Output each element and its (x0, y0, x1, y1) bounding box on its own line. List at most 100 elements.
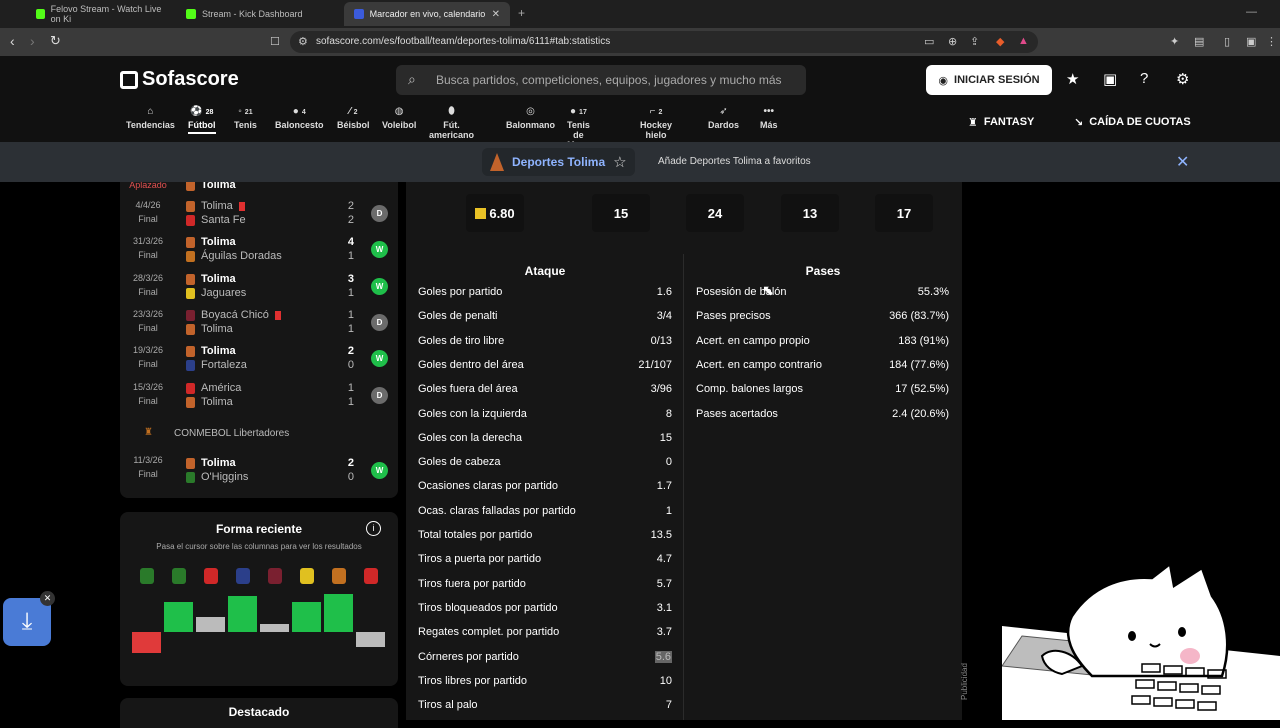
back-icon[interactable]: ‹ (10, 33, 15, 49)
match-row[interactable]: 28/3/26 Final Tolima Jaguares 3 1 W (120, 270, 398, 306)
sport-tab-darts[interactable]: ➶ Dardos (708, 106, 739, 130)
panel-icon[interactable]: ▯ (1224, 35, 1230, 48)
cast-icon[interactable]: ▭ (924, 35, 934, 48)
star-outline-icon[interactable]: ☆ (613, 153, 626, 171)
stat-row: Córneres por partido 5.6 (418, 650, 672, 665)
match-status: Final (138, 469, 158, 479)
form-bar[interactable] (196, 617, 225, 632)
zoom-icon[interactable]: ⊕ (948, 35, 957, 48)
sport-tab-volleyball[interactable]: ◍ Voleibol (382, 106, 416, 130)
sport-tab-more[interactable]: ••• Más (760, 106, 778, 130)
forward-icon[interactable]: › (30, 33, 35, 49)
stat-value: 366 (83.7%) (889, 310, 949, 323)
team-crest-icon (332, 568, 346, 584)
form-bar[interactable] (260, 624, 289, 632)
sofascore-logo[interactable]: Sofascore (120, 68, 239, 91)
stat-row: Tiros libres por partido 10 (418, 675, 672, 689)
odds-drop-link[interactable]: ↘ CAÍDA DE CUOTAS (1074, 116, 1191, 129)
match-home-team: Tolima (186, 200, 245, 212)
close-icon[interactable]: ✕ (40, 591, 55, 606)
stat-label: Regates complet. por partido (418, 626, 560, 639)
stat-value: 0 (665, 456, 672, 469)
info-icon[interactable]: i (366, 521, 381, 536)
url-text[interactable]: sofascore.com/es/football/team/deportes-… (316, 36, 610, 47)
sport-tab-handball[interactable]: ◎ Balonmano (506, 106, 555, 130)
help-icon[interactable]: ? (1140, 70, 1148, 87)
settings-icon[interactable]: ⚙ (1176, 70, 1189, 88)
stat-value: 17 (52.5%) (895, 383, 949, 396)
rewards-icon[interactable]: ▲ (1018, 35, 1029, 47)
match-row[interactable]: 31/3/26 Final Tolima Águilas Doradas 4 1… (120, 233, 398, 269)
recent-form-card: Forma reciente i Pasa el cursor sobre la… (120, 512, 398, 686)
browser-tab-active[interactable]: Marcador en vivo, calendario y r ✕ (344, 2, 510, 26)
menu-icon[interactable]: ⋮ (1266, 35, 1277, 48)
tv-icon[interactable]: ▣ (1103, 70, 1117, 88)
stat-label: Acert. en campo contrario (696, 358, 822, 371)
brave-shield-icon[interactable]: ◆ (996, 35, 1004, 48)
cat-overlay-image (1002, 561, 1280, 720)
star-icon[interactable]: ★ (1066, 70, 1079, 88)
sport-tab-baseball[interactable]: ⁄ 2 Béisbol (337, 106, 370, 130)
form-bar[interactable] (356, 632, 385, 647)
stat-value: 183 (91%) (898, 334, 949, 347)
favorite-team-chip[interactable]: Deportes Tolima ☆ (482, 148, 635, 176)
football-icon: ⚽ 28 (190, 106, 214, 117)
sport-tab-american-football[interactable]: ⬮ Fút. americano (429, 106, 474, 140)
wallet-icon[interactable]: ▣ (1246, 35, 1256, 48)
form-subtitle: Pasa el cursor sobre las columnas para v… (156, 542, 362, 551)
search-input[interactable]: ⌕ Busca partidos, competiciones, equipos… (396, 65, 806, 95)
match-status: Final (138, 250, 158, 260)
form-bar[interactable] (228, 596, 257, 632)
stat-value: 8 (665, 407, 672, 420)
stat-label: Comp. balones largos (696, 383, 804, 396)
address-bar-row: ‹ › ↻ ☐ ⚙ sofascore.com/es/football/team… (0, 28, 1280, 56)
match-away-score: 1 (347, 396, 354, 408)
reload-icon[interactable]: ↻ (50, 33, 61, 49)
summary-matches: 15 (592, 194, 650, 232)
sport-tab-basketball[interactable]: ● 4 Baloncesto (275, 106, 324, 130)
match-row[interactable]: 15/3/26 Final América Tolima 1 1 D (120, 379, 398, 415)
match-row[interactable]: 19/3/26 Final Tolima Fortaleza 2 0 W (120, 342, 398, 378)
new-tab-button[interactable]: + (518, 6, 525, 20)
match-row[interactable]: 11/3/26 Final Tolima O'Higgins 2 0 W (120, 452, 398, 488)
minimize-icon[interactable]: — (1246, 6, 1257, 18)
form-bar[interactable] (324, 594, 353, 632)
browser-tab[interactable]: Stream - Kick Dashboard (176, 2, 336, 26)
stat-label: Tiros a puerta por partido (418, 553, 542, 566)
stat-label: Córneres por partido (418, 650, 519, 663)
form-bar[interactable] (132, 632, 161, 653)
matches-list: Aplazado Tolima 4/4/26 Final Tolima Sant… (120, 182, 398, 498)
login-button[interactable]: ◉ INICIAR SESIÓN (926, 65, 1052, 95)
site-info-icon[interactable]: ⚙ (298, 35, 308, 48)
browser-tab[interactable]: Felovo Stream - Watch Live on Ki (26, 2, 176, 26)
match-home-team: Tolima (186, 273, 236, 285)
sport-tab-football[interactable]: ⚽ 28 Fútbol (188, 106, 216, 134)
team-crest-icon (186, 236, 195, 248)
kick-icon (36, 9, 45, 19)
american-football-icon: ⬮ (448, 106, 455, 117)
match-row[interactable]: 4/4/26 Final Tolima Santa Fe 2 2 D (120, 197, 398, 233)
result-badge: D (371, 314, 388, 331)
fantasy-link[interactable]: ♜ FANTASY (968, 116, 1034, 129)
sport-tab-trending[interactable]: ⌂ Tendencias (126, 106, 175, 130)
stat-value: 21/107 (638, 358, 672, 371)
stat-label: Ocas. claras falladas por partido (418, 504, 576, 517)
close-tab-icon[interactable]: ✕ (492, 9, 500, 20)
league-header[interactable]: ♜ CONMEBOL Libertadores (120, 424, 398, 444)
share-icon[interactable]: ⇪ (970, 35, 979, 48)
form-bar[interactable] (164, 602, 193, 632)
match-row[interactable]: 23/3/26 Final Boyacá Chicó Tolima 1 1 D (120, 306, 398, 342)
sport-tab-tennis[interactable]: ◦ 21 Tenis (234, 106, 257, 130)
extensions-icon[interactable]: ✦ (1170, 35, 1179, 48)
table-tennis-icon: ● 17 (570, 106, 587, 117)
sport-tab-ice-hockey[interactable]: ⌐ 2 Hockey hielo (640, 106, 672, 140)
form-bar[interactable] (292, 602, 321, 632)
stat-label: Tiros bloqueados por partido (418, 601, 558, 614)
match-home-score: 3 (347, 273, 354, 285)
sidebar-icon[interactable]: ▤ (1194, 35, 1204, 48)
bookmark-icon[interactable]: ☐ (270, 35, 280, 48)
more-icon: ••• (763, 106, 775, 117)
user-icon: ◉ (938, 74, 949, 87)
match-status: Final (138, 214, 158, 224)
close-icon[interactable]: ✕ (1176, 152, 1189, 172)
